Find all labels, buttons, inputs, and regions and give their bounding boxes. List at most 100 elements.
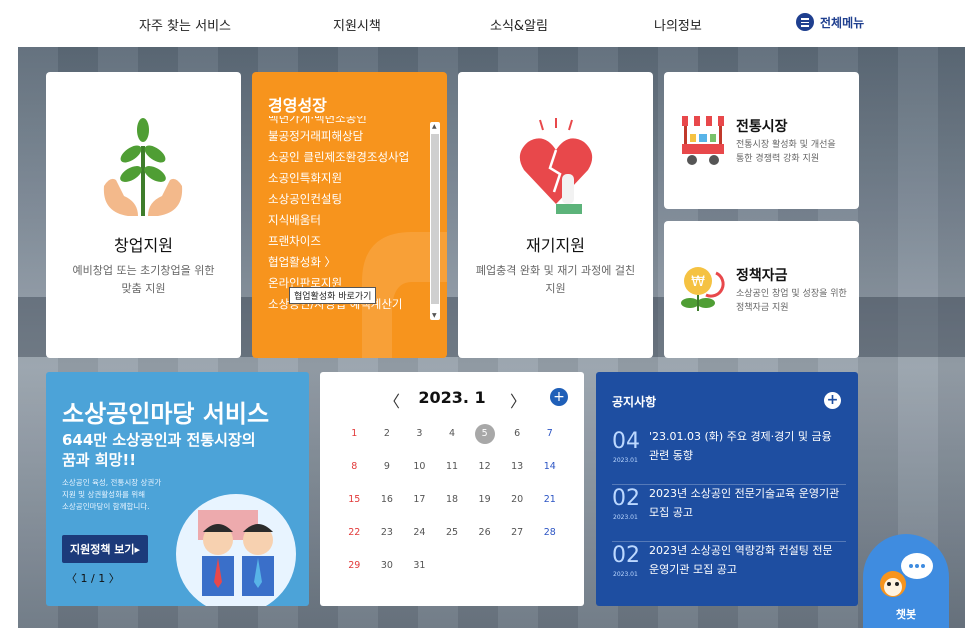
calendar-day[interactable]: 17	[403, 491, 436, 524]
growth-menu-list: 백년가게·백년소공인 불공정거래피해상담 소공인 클린제조환경조성사업 소공인특…	[268, 116, 428, 315]
calendar-day[interactable]: 31	[403, 557, 436, 590]
calendar-day[interactable]: 13	[501, 458, 534, 491]
calendar-week-row: 1234567	[338, 424, 566, 458]
calendar-day[interactable]: 19	[468, 491, 501, 524]
growth-menu-item[interactable]: 불공정거래피해상담	[268, 126, 428, 147]
calendar-day[interactable]: 8	[338, 458, 371, 491]
tooltip: 협업활성화 바로가기	[289, 287, 377, 304]
calendar-day[interactable]: 23	[371, 524, 404, 557]
notice-item[interactable]: 02 2023.01 2023년 소상공인 역량강화 컨설팅 전문 운영기관 모…	[612, 541, 846, 593]
notice-text: 2023년 소상공인 역량강화 컨설팅 전문 운영기관 모집 공고	[649, 544, 833, 576]
traditional-market-card[interactable]: 전통시장 전통시장 활성화 및 개선을 통한 경쟁력 강화 지원	[664, 72, 859, 209]
growth-scrollbar[interactable]: ▲ ▼	[430, 122, 440, 320]
broken-heart-icon	[519, 118, 593, 214]
notices-title: 공지사항	[612, 395, 657, 409]
notice-yearmonth: 2023.01	[613, 514, 638, 521]
startup-desc: 예비창업 또는 초기창업을 위한 맞춤 지원	[72, 264, 215, 295]
top-navigation: 자주 찾는 서비스 지원시책 소식&알림 나의정보 전체메뉴	[0, 0, 965, 47]
banner-subheadline: 644만 소상공인과 전통시장의 꿈과 희망!!	[62, 431, 256, 469]
banner-pager[interactable]: 〈 1 / 1 〉	[66, 570, 120, 586]
calendar-week-row: 22 23 24 25 26 27 28	[338, 524, 566, 557]
calendar-week-row: 29 30 31	[338, 557, 566, 590]
calendar-week-row: 8 9 10 11 12 13 14	[338, 458, 566, 491]
chatbot-button[interactable]: 챗봇	[863, 534, 949, 628]
notice-yearmonth: 2023.01	[613, 457, 638, 464]
calendar-day[interactable]: 12	[468, 458, 501, 491]
scrollbar-thumb[interactable]	[431, 134, 439, 304]
calendar-grid: 1 2 3 4 5 6 7 8 9 10 11 12 13 14 15 16 17 18 19 20 21 22 23 24 2…	[338, 424, 566, 590]
calendar-day[interactable]: 29	[338, 557, 371, 590]
svg-text:₩: ₩	[691, 274, 705, 290]
startup-title: 창업지원	[114, 236, 173, 255]
notice-text: 2023년 소상공인 전문기술교육 운영기관 모집 공고	[649, 487, 840, 519]
startup-support-card[interactable]: 창업지원 예비창업 또는 초기창업을 위한 맞춤 지원	[46, 72, 241, 358]
notices-panel: 공지사항 + 04 2023.01 '23.01.03 (화) 주요 경제·경기…	[596, 372, 858, 606]
calendar-day[interactable]: 20	[501, 491, 534, 524]
calendar-day[interactable]: 9	[371, 458, 404, 491]
growth-menu-item[interactable]: 소상공인컨설팅	[268, 189, 428, 210]
notice-item[interactable]: 04 2023.01 '23.01.03 (화) 주요 경제·경기 및 금융 관…	[612, 427, 846, 485]
notice-item[interactable]: 02 2023.01 2023년 소상공인 전문기술교육 운영기관 모집 공고	[612, 484, 846, 542]
calendar-day[interactable]: 5	[468, 424, 501, 458]
fund-desc: 소상공인 창업 및 성장을 위한 정책자금 지원	[736, 289, 847, 313]
calendar-day[interactable]: 15	[338, 491, 371, 524]
calendar-day[interactable]: 7	[533, 425, 566, 458]
calendar-day[interactable]: 16	[371, 491, 404, 524]
calendar-day	[436, 557, 469, 590]
calendar-day[interactable]: 1	[338, 425, 371, 458]
calendar-today-marker[interactable]: 5	[474, 424, 495, 444]
calendar-day[interactable]: 25	[436, 524, 469, 557]
calendar-day[interactable]: 28	[533, 524, 566, 557]
calendar-day[interactable]: 24	[403, 524, 436, 557]
growth-menu-item[interactable]: 지식배움터	[268, 210, 428, 231]
market-title: 전통시장	[736, 119, 788, 135]
nav-news[interactable]: 소식&알림	[490, 15, 548, 34]
nav-frequent-services[interactable]: 자주 찾는 서비스	[139, 15, 231, 34]
notices-more-button[interactable]: +	[824, 392, 841, 409]
notice-day: 02	[612, 543, 640, 568]
calendar-add-button[interactable]: +	[550, 388, 568, 406]
calendar-month: 2023. 1	[418, 388, 486, 407]
market-desc: 전통시장 활성화 및 개선을 통한 경쟁력 강화 지원	[736, 140, 836, 164]
calendar-day[interactable]: 18	[436, 491, 469, 524]
business-growth-card: 경영성장 백년가게·백년소공인 불공정거래피해상담 소공인 클린제조환경조성사업…	[252, 72, 447, 358]
calendar-day	[533, 557, 566, 590]
restart-support-card[interactable]: 재기지원 폐업충격 완화 및 재기 과정에 걸친 지원	[458, 72, 653, 358]
nav-my-info[interactable]: 나의정보	[654, 15, 702, 34]
all-menu-label: 전체메뉴	[820, 15, 865, 30]
view-policies-button[interactable]: 지원정책 보기▸	[62, 535, 149, 563]
calendar-day[interactable]: 30	[371, 557, 404, 590]
all-menu-button[interactable]: 전체메뉴	[796, 13, 864, 31]
calendar-next-button[interactable]: 〉	[510, 388, 526, 412]
growth-menu-item[interactable]: 소공인특화지원	[268, 168, 428, 189]
nav-support-policies[interactable]: 지원시책	[333, 15, 381, 34]
restart-desc: 폐업충격 완화 및 재기 과정에 걸친 지원	[475, 264, 636, 295]
calendar-day[interactable]: 11	[436, 458, 469, 491]
restart-title: 재기지원	[526, 236, 585, 255]
calendar-day	[501, 557, 534, 590]
calendar-day[interactable]: 10	[403, 458, 436, 491]
market-stall-icon	[682, 116, 724, 165]
policy-fund-card[interactable]: ₩ 정책자금 소상공인 창업 및 성장을 위한 정책자금 지원	[664, 221, 859, 358]
scroll-up-icon[interactable]: ▲	[432, 123, 437, 130]
calendar-day[interactable]: 26	[468, 524, 501, 557]
calendar-day[interactable]: 6	[501, 425, 534, 458]
service-banner[interactable]: 소상공인마당 서비스 644만 소상공인과 전통시장의 꿈과 희망!! 소상공인…	[46, 372, 309, 606]
calendar-day[interactable]: 2	[371, 425, 404, 458]
growth-menu-item[interactable]: 백년가게·백년소공인	[268, 116, 428, 126]
calendar-day[interactable]: 21	[533, 491, 566, 524]
calendar-day[interactable]: 27	[501, 524, 534, 557]
notice-text: '23.01.03 (화) 주요 경제·경기 및 금융 관련 동향	[649, 430, 832, 462]
growth-title: 경영성장	[268, 96, 327, 115]
hamburger-icon	[796, 13, 814, 31]
growth-menu-item[interactable]: 협업활성화 〉	[268, 252, 428, 273]
chatbot-mascot-icon	[880, 553, 933, 597]
notice-day: 04	[612, 429, 640, 454]
calendar-day[interactable]: 22	[338, 524, 371, 557]
calendar-day[interactable]: 14	[533, 458, 566, 491]
growth-menu-item[interactable]: 프랜차이즈	[268, 231, 428, 252]
growth-menu-item[interactable]: 소공인 클린제조환경조성사업	[268, 147, 428, 168]
calendar-day[interactable]: 4	[436, 425, 469, 458]
scroll-down-icon[interactable]: ▼	[432, 312, 437, 319]
calendar-day[interactable]: 3	[403, 425, 436, 458]
